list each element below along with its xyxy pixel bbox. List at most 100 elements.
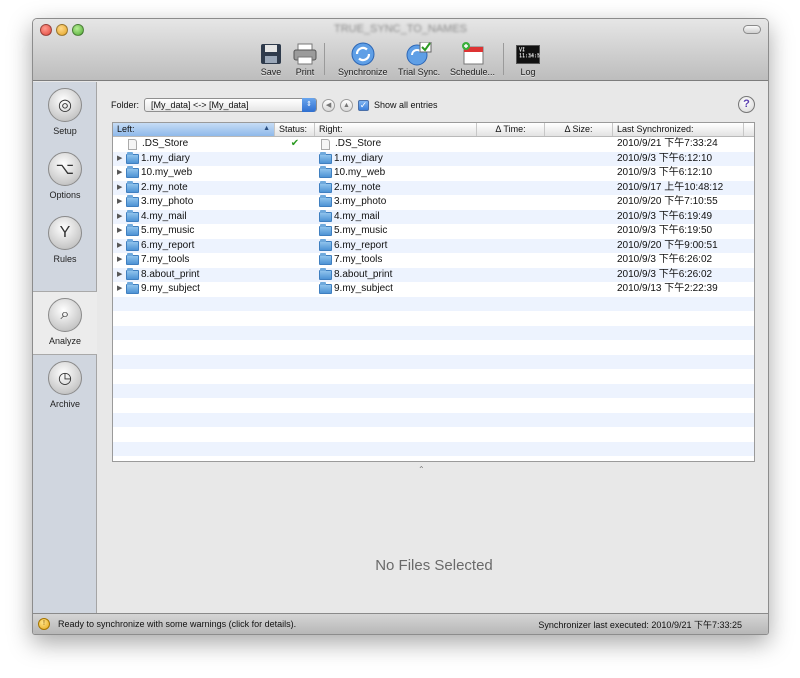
size-cell [545, 195, 613, 210]
disclosure-triangle-icon[interactable]: ▶ [117, 224, 126, 239]
sidebar-item-label: Archive [49, 399, 80, 409]
column-header-right[interactable]: Right: [315, 123, 477, 136]
right-name: 4.my_mail [334, 210, 380, 222]
column-header-status[interactable]: Status: [275, 123, 315, 136]
schedule-label: Schedule... [450, 67, 496, 77]
folder-icon [126, 267, 139, 280]
folder-icon [319, 224, 332, 237]
sidebar-item-archive[interactable]: ◷ Archive [33, 355, 97, 419]
sidebar-item-setup[interactable]: ◎ Setup [33, 82, 97, 146]
sidebar-item-rules[interactable]: Y Rules [33, 210, 97, 274]
previous-button[interactable]: ◀ [322, 98, 336, 112]
table-row[interactable]: ▶ 5.my_music 5.my_music 2010/9/3 下午6:19:50 [113, 224, 754, 239]
last-synchronized-cell: 2010/9/3 下午6:12:10 [617, 152, 713, 164]
trial-sync-button[interactable]: Trial Sync. [398, 41, 440, 77]
left-cell: ▶ 3.my_photo [113, 195, 275, 210]
folder-pair-select[interactable]: [My_data] <-> [My_data] ⇕ [144, 98, 318, 112]
size-cell [545, 166, 613, 181]
empty-row [113, 369, 754, 384]
log-screen: VI 11:34:5 [516, 44, 540, 64]
size-cell [545, 152, 613, 167]
table-header: Left: ▲ Status: Right: Δ Time: Δ Size: L… [113, 123, 754, 137]
status-cell [275, 268, 315, 283]
table-row[interactable]: ▶ 2.my_note 2.my_note 2010/9/17 上午10:48:12 [113, 180, 754, 196]
disclosure-triangle-icon[interactable]: ▶ [117, 239, 126, 254]
column-header-size[interactable]: Δ Size: [545, 123, 613, 136]
folder-icon [319, 267, 332, 280]
split-view-handle[interactable]: ⌃ [418, 465, 425, 474]
column-header-time[interactable]: Δ Time: [477, 123, 545, 136]
right-cell: 3.my_photo [315, 195, 477, 210]
disclosure-triangle-icon[interactable]: ▶ [117, 166, 126, 181]
save-button[interactable]: Save [258, 41, 284, 77]
option-key-icon: ⌥ [48, 152, 82, 186]
calendar-icon [460, 41, 486, 67]
magnifier-icon: ⌕ [48, 298, 82, 332]
left-cell: ▶ 1.my_diary [113, 151, 275, 167]
title-toolbar: TRUE_SYNC_TO_NAMES Save Print Synchroniz… [33, 19, 768, 81]
size-cell [545, 137, 613, 152]
log-button[interactable]: VI 11:34:5 Log [515, 41, 541, 77]
sidebar-item-label: Analyze [48, 336, 82, 346]
printer-icon [292, 41, 318, 67]
toolbar-separator [503, 43, 504, 75]
right-name: 2.my_note [334, 181, 381, 193]
folder-icon [126, 282, 139, 295]
disclosure-triangle-icon[interactable]: ▶ [117, 253, 126, 268]
disclosure-triangle-icon[interactable]: ▶ [117, 210, 126, 225]
print-label: Print [295, 67, 315, 77]
column-header-left[interactable]: Left: ▲ [113, 123, 275, 136]
sidebar-item-options[interactable]: ⌥ Options [33, 146, 97, 210]
table-row[interactable]: ▶ 3.my_photo 3.my_photo 2010/9/20 下午7:10:55 [113, 195, 754, 210]
right-cell: 2.my_note [315, 180, 477, 196]
show-all-checkbox[interactable]: ✓ [358, 99, 370, 111]
folder-icon [126, 151, 139, 164]
help-button[interactable]: ? [738, 96, 755, 113]
table-row[interactable]: ▶ 8.about_print 8.about_print 2010/9/3 下午6:… [113, 267, 754, 283]
sidebar-item-analyze[interactable]: ⌕ Analyze [33, 291, 97, 355]
table-row[interactable]: ▶ 1.my_diary 1.my_diary 2010/9/3 下午6:12:10 [113, 151, 754, 167]
left-name: 3.my_photo [141, 196, 194, 207]
status-cell [275, 195, 315, 210]
table-row[interactable]: ▶ 6.my_report 6.my_report 2010/9/20 下午9:00:… [113, 238, 754, 254]
schedule-button[interactable]: Schedule... [450, 41, 495, 77]
right-name: 9.my_subject [334, 283, 393, 294]
synchronize-button[interactable]: Synchronize [338, 41, 388, 77]
disclosure-triangle-icon[interactable]: ▶ [117, 282, 126, 297]
folder-icon [319, 166, 332, 179]
time-cell [477, 210, 545, 225]
column-header-last-synchronized[interactable]: Last Synchronized: [613, 123, 744, 136]
sidebar-item-label: Rules [53, 254, 77, 264]
disclosure-triangle-icon[interactable]: ▶ [117, 195, 126, 210]
disclosure-triangle-icon[interactable]: ▶ [117, 181, 126, 196]
right-name: 6.my_report [334, 239, 388, 251]
left-cell: ▶ 4.my_mail [113, 209, 275, 225]
status-bar[interactable]: ! Ready to synchronize with some warning… [33, 613, 768, 634]
toolbar-toggle-button[interactable] [743, 25, 761, 34]
empty-row [113, 427, 754, 442]
table-row[interactable]: .DS_Store ✔ .DS_Store 2010/9/21 下午7:33:24 [113, 137, 754, 152]
left-cell: ▶ 5.my_music [113, 224, 275, 239]
empty-row [113, 412, 754, 427]
size-cell [545, 224, 613, 239]
print-button[interactable]: Print [292, 41, 318, 77]
table-row[interactable]: ▶ 10.my_web 10.my_web 2010/9/3 下午6:12:10 [113, 166, 754, 181]
table-row[interactable]: ▶ 4.my_mail 4.my_mail 2010/9/3 下午6:19:49 [113, 209, 754, 225]
last-synchronized-cell: 2010/9/13 下午2:22:39 [617, 283, 718, 294]
table-row[interactable]: ▶ 7.my_tools 7.my_tools 2010/9/3 下午6:26:02 [113, 253, 754, 268]
last-synchronized-cell: 2010/9/3 下午6:26:02 [617, 254, 713, 265]
trial-sync-label: Trial Sync. [398, 67, 441, 77]
show-all-label: Show all entries [374, 100, 438, 110]
next-button[interactable]: ▲ [340, 98, 354, 112]
disclosure-triangle-icon[interactable]: ▶ [117, 152, 126, 167]
status-cell [275, 210, 315, 225]
right-cell: 10.my_web [315, 166, 477, 181]
folder-icon [126, 209, 139, 222]
folder-bar: Folder: [My_data] <-> [My_data] ⇕ ◀ ▲ ✓ … [111, 98, 438, 112]
table-row[interactable]: ▶ 9.my_subject 9.my_subject 2010/9/13 下午2:2… [113, 282, 754, 297]
time-cell [477, 268, 545, 283]
disclosure-triangle-icon[interactable]: ▶ [117, 268, 126, 283]
main-panel: Folder: [My_data] <-> [My_data] ⇕ ◀ ▲ ✓ … [98, 82, 768, 615]
folder-pair-value: [My_data] <-> [My_data] [151, 100, 249, 110]
time-cell [477, 224, 545, 239]
